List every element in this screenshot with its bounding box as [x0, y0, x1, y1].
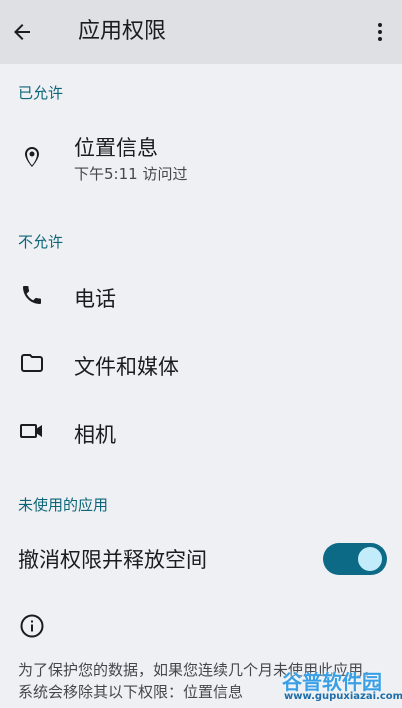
permission-item-camera[interactable]: 相机: [0, 404, 402, 460]
location-pin-icon: [19, 144, 45, 170]
section-header-allowed: 已允许: [18, 84, 64, 102]
more-options-button[interactable]: [366, 17, 394, 47]
permission-item-phone[interactable]: 电话: [0, 268, 402, 324]
arrow-back-icon: [14, 24, 30, 40]
folder-icon: [19, 350, 45, 376]
revoke-permissions-row[interactable]: 撤消权限并释放空间: [0, 530, 402, 588]
more-vert-icon: [378, 23, 382, 41]
permission-label: 电话: [74, 287, 116, 311]
info-icon: [19, 613, 45, 639]
videocam-icon: [19, 418, 45, 444]
permission-item-location[interactable]: 位置信息 下午5:11 访问过: [0, 122, 402, 192]
unused-apps-description: 为了保护您的数据，如果您连续几个月未使用此应用，系统会移除其以下权限：位置信息: [18, 661, 379, 701]
revoke-permissions-label: 撤消权限并释放空间: [18, 548, 207, 572]
section-header-denied: 不允许: [18, 233, 64, 251]
revoke-permissions-toggle[interactable]: [323, 543, 387, 575]
permission-label: 文件和媒体: [74, 355, 179, 379]
permission-label: 位置信息: [74, 136, 158, 160]
permission-last-access: 下午5:11 访问过: [74, 165, 188, 183]
phone-icon: [19, 282, 45, 308]
permission-item-files-media[interactable]: 文件和媒体: [0, 336, 402, 392]
top-app-bar: 应用权限: [0, 0, 402, 64]
page-title: 应用权限: [78, 19, 167, 44]
permission-label: 相机: [74, 423, 116, 447]
toggle-thumb: [358, 547, 382, 571]
back-button[interactable]: [7, 17, 37, 47]
app-permissions-screen: 应用权限 已允许 位置信息 下午5:11 访问过 不允许 电话 文件和媒体 相机…: [0, 0, 402, 708]
section-header-unused: 未使用的应用: [18, 496, 109, 514]
